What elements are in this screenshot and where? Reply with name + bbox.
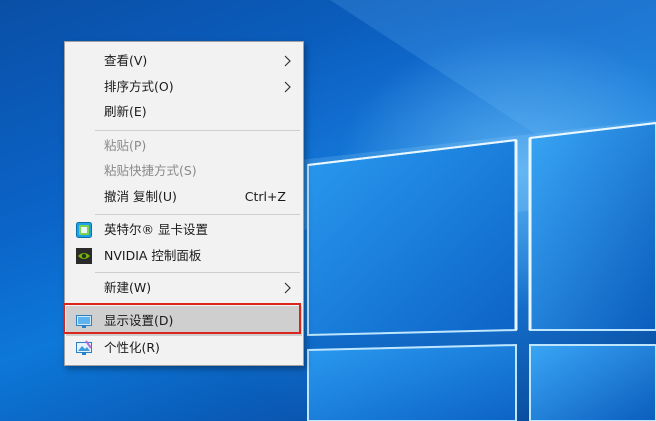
menu-item-view[interactable]: 查看(V) — [66, 49, 302, 73]
menu-item-label: 查看(V) — [104, 53, 148, 68]
chevron-right-icon — [284, 282, 291, 294]
menu-item-label: 个性化(R) — [104, 340, 160, 355]
menu-item-label: 英特尔® 显卡设置 — [104, 222, 208, 237]
menu-item-new[interactable]: 新建(W) — [66, 276, 302, 300]
menu-item-label: 粘贴快捷方式(S) — [104, 163, 197, 178]
intel-graphics-icon — [76, 222, 92, 238]
menu-item-undo-copy[interactable]: 撤消 复制(U) Ctrl+Z — [66, 185, 302, 209]
highlight-annotation-box — [63, 303, 301, 334]
menu-item-nvidia-control-panel[interactable]: NVIDIA 控制面板 — [66, 244, 302, 268]
menu-item-label: NVIDIA 控制面板 — [104, 248, 202, 263]
personalize-icon — [76, 340, 92, 355]
menu-separator — [95, 272, 300, 273]
menu-separator — [95, 130, 300, 131]
chevron-right-icon — [284, 81, 291, 93]
menu-item-sort-by[interactable]: 排序方式(O) — [66, 75, 302, 99]
menu-item-label: 刷新(E) — [104, 104, 147, 119]
menu-item-paste: 粘贴(P) — [66, 134, 302, 158]
menu-item-label: 撤消 复制(U) — [104, 189, 177, 204]
menu-item-intel-graphics[interactable]: 英特尔® 显卡设置 — [66, 218, 302, 242]
nvidia-icon — [76, 248, 92, 264]
menu-item-label: 新建(W) — [104, 280, 152, 295]
menu-item-label: 粘贴(P) — [104, 138, 147, 153]
menu-item-refresh[interactable]: 刷新(E) — [66, 100, 302, 124]
menu-item-label: 排序方式(O) — [104, 79, 174, 94]
menu-item-shortcut: Ctrl+Z — [244, 189, 286, 204]
chevron-right-icon — [284, 55, 291, 67]
menu-separator — [95, 214, 300, 215]
menu-item-paste-shortcut: 粘贴快捷方式(S) — [66, 159, 302, 183]
menu-item-personalize[interactable]: 个性化(R) — [66, 336, 302, 360]
